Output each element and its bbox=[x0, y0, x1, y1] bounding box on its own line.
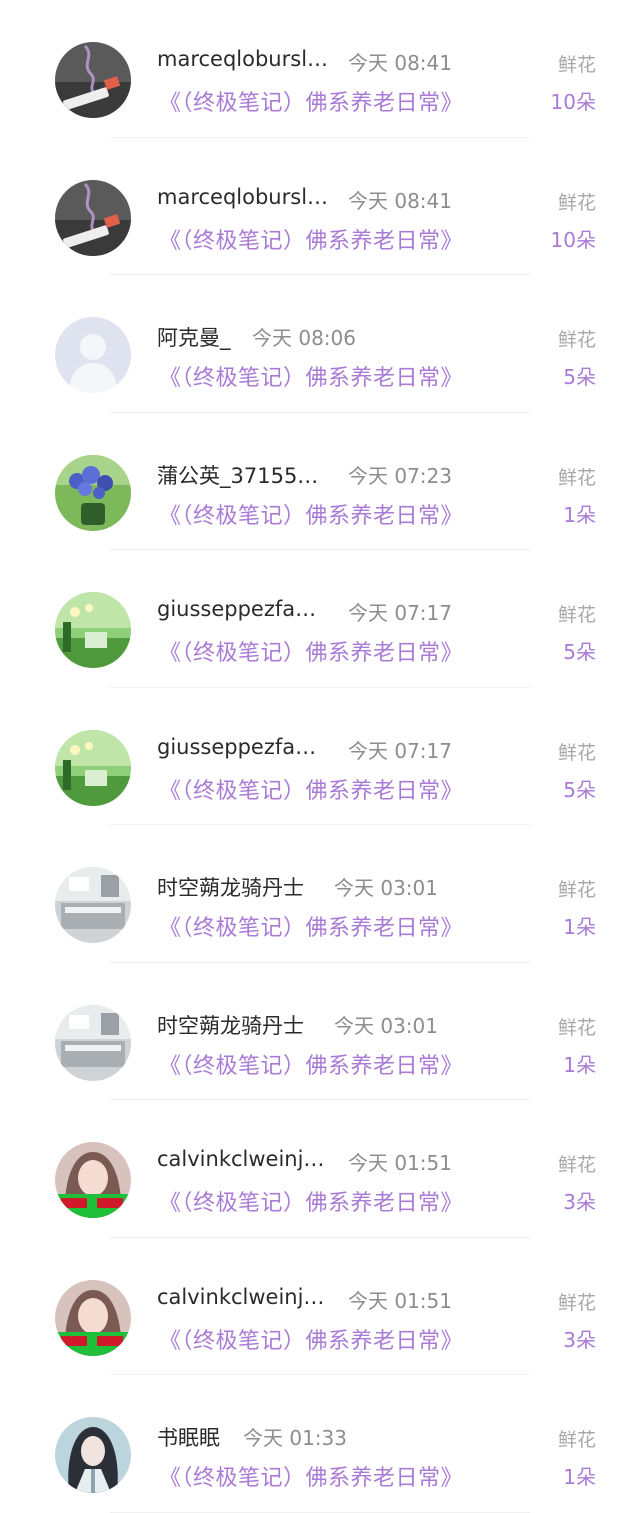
book-title-link[interactable]: 《（终极笔记）佛系养老日常》 bbox=[159, 223, 463, 255]
cigarette-avatar-icon[interactable] bbox=[55, 179, 131, 256]
book-title-link[interactable]: 《（终极笔记）佛系养老日常》 bbox=[159, 1048, 463, 1080]
girl-avatar-icon[interactable] bbox=[55, 1142, 131, 1218]
list-item[interactable]: giusseppezfa… 今天 07:17 《（终极笔记）佛系养老日常》 鲜花… bbox=[0, 688, 640, 826]
book-title-link[interactable]: 《（终极笔记）佛系养老日常》 bbox=[159, 635, 463, 667]
gift-time: 今天 01:51 bbox=[348, 1151, 452, 1175]
gift-count: 1朵 bbox=[563, 1052, 596, 1077]
gift-type-label: 鲜花 bbox=[557, 191, 596, 214]
list-item[interactable]: 阿克曼_ 今天 08:06 《（终极笔记）佛系养老日常》 鲜花 5朵 bbox=[0, 275, 640, 413]
gift-time: 今天 01:51 bbox=[348, 1288, 452, 1313]
user-name[interactable]: calvinkclweinj… bbox=[157, 1147, 324, 1171]
gift-count: 3朵 bbox=[563, 1327, 596, 1352]
gift-type-label: 鲜花 bbox=[557, 604, 596, 626]
gift-count: 10朵 bbox=[550, 90, 596, 114]
list-item[interactable]: giusseppezfa… 今天 07:17 《（终极笔记）佛系养老日常》 鲜花… bbox=[0, 550, 640, 688]
flower-avatar-icon[interactable] bbox=[55, 454, 131, 531]
gift-count: 5朵 bbox=[563, 777, 596, 802]
list-item[interactable]: 蒲公英_37155… 今天 07:23 《（终极笔记）佛系养老日常》 鲜花 1朵 bbox=[0, 413, 640, 551]
gift-time: 今天 03:01 bbox=[334, 1013, 438, 1038]
user-name[interactable]: 时空蒴龙骑丹士 bbox=[157, 872, 304, 902]
book-title-link[interactable]: 《（终极笔记）佛系养老日常》 bbox=[159, 85, 463, 117]
list-item[interactable]: marceqlobursl… 今天 08:41 《（终极笔记）佛系养老日常》 鲜… bbox=[0, 138, 640, 276]
book-title-link[interactable]: 《（终极笔记）佛系养老日常》 bbox=[159, 498, 463, 530]
girl-avatar-icon[interactable] bbox=[55, 1279, 131, 1356]
gift-type-label: 鲜花 bbox=[557, 54, 596, 76]
user-name[interactable]: 阿克曼_ bbox=[157, 322, 231, 352]
gift-type-label: 鲜花 bbox=[557, 1154, 596, 1176]
book-title-link[interactable]: 《（终极笔记）佛系养老日常》 bbox=[159, 360, 463, 392]
user-name[interactable]: 蒲公英_37155… bbox=[157, 460, 318, 490]
gift-count: 1朵 bbox=[563, 1465, 596, 1489]
book-title-link[interactable]: 《（终极笔记）佛系养老日常》 bbox=[159, 773, 463, 805]
user-name[interactable]: marceqlobursl… bbox=[157, 47, 328, 71]
gift-count: 3朵 bbox=[563, 1190, 596, 1214]
gift-time: 今天 01:33 bbox=[243, 1426, 347, 1450]
anime-character-avatar-icon[interactable] bbox=[55, 1417, 131, 1493]
user-name[interactable]: giusseppezfa… bbox=[157, 735, 316, 759]
user-name[interactable]: 书眠眠 bbox=[157, 1422, 220, 1452]
list-item[interactable]: calvinkclweinj… 今天 01:51 《（终极笔记）佛系养老日常》 … bbox=[0, 1238, 640, 1376]
book-title-link[interactable]: 《（终极笔记）佛系养老日常》 bbox=[159, 1185, 463, 1217]
gift-count: 5朵 bbox=[563, 640, 596, 664]
user-name[interactable]: calvinkclweinj… bbox=[157, 1285, 324, 1309]
book-title-link[interactable]: 《（终极笔记）佛系养老日常》 bbox=[159, 1460, 463, 1492]
gift-type-label: 鲜花 bbox=[557, 741, 596, 764]
list-item[interactable]: 时空蒴龙骑丹士 今天 03:01 《（终极笔记）佛系养老日常》 鲜花 1朵 bbox=[0, 963, 640, 1101]
gift-time: 今天 08:06 bbox=[252, 326, 356, 350]
list-item[interactable]: 书眠眠 今天 01:33 《（终极笔记）佛系养老日常》 鲜花 1朵 bbox=[0, 1375, 640, 1513]
gift-count: 1朵 bbox=[563, 915, 596, 939]
gift-type-label: 鲜花 bbox=[557, 1429, 596, 1451]
gift-type-label: 鲜花 bbox=[557, 879, 596, 901]
gift-time: 今天 08:41 bbox=[348, 51, 452, 75]
gift-time: 今天 07:23 bbox=[348, 463, 452, 488]
book-title-link[interactable]: 《（终极笔记）佛系养老日常》 bbox=[159, 1323, 463, 1355]
book-title-link[interactable]: 《（终极笔记）佛系养老日常》 bbox=[159, 910, 463, 942]
gift-time: 今天 07:17 bbox=[348, 738, 452, 763]
gift-type-label: 鲜花 bbox=[557, 1016, 596, 1039]
gift-count: 1朵 bbox=[563, 502, 596, 527]
green-scene-avatar-icon[interactable] bbox=[55, 592, 131, 668]
list-item[interactable]: 时空蒴龙骑丹士 今天 03:01 《（终极笔记）佛系养老日常》 鲜花 1朵 bbox=[0, 825, 640, 963]
gift-type-label: 鲜花 bbox=[557, 466, 596, 489]
room-avatar-icon[interactable] bbox=[55, 867, 131, 943]
gift-time: 今天 07:17 bbox=[348, 601, 452, 625]
cigarette-avatar-icon[interactable] bbox=[55, 42, 131, 118]
gift-time: 今天 08:41 bbox=[348, 188, 452, 213]
user-name[interactable]: marceqlobursl… bbox=[157, 185, 328, 209]
gift-time: 今天 03:01 bbox=[334, 876, 438, 900]
gift-count: 5朵 bbox=[563, 365, 596, 389]
list-item[interactable]: marceqlobursl… 今天 08:41 《（终极笔记）佛系养老日常》 鲜… bbox=[0, 0, 640, 138]
green-scene-avatar-icon[interactable] bbox=[55, 729, 131, 806]
user-name[interactable]: giusseppezfa… bbox=[157, 597, 316, 621]
list-item[interactable]: calvinkclweinj… 今天 01:51 《（终极笔记）佛系养老日常》 … bbox=[0, 1100, 640, 1238]
gift-type-label: 鲜花 bbox=[557, 329, 596, 351]
gift-type-label: 鲜花 bbox=[557, 1291, 596, 1314]
room-avatar-icon[interactable] bbox=[55, 1004, 131, 1081]
user-name[interactable]: 时空蒴龙骑丹士 bbox=[157, 1010, 304, 1040]
gift-count: 10朵 bbox=[550, 227, 596, 252]
gift-record-list: marceqlobursl… 今天 08:41 《（终极笔记）佛系养老日常》 鲜… bbox=[0, 0, 640, 1513]
default-user-avatar-icon[interactable] bbox=[55, 317, 131, 393]
